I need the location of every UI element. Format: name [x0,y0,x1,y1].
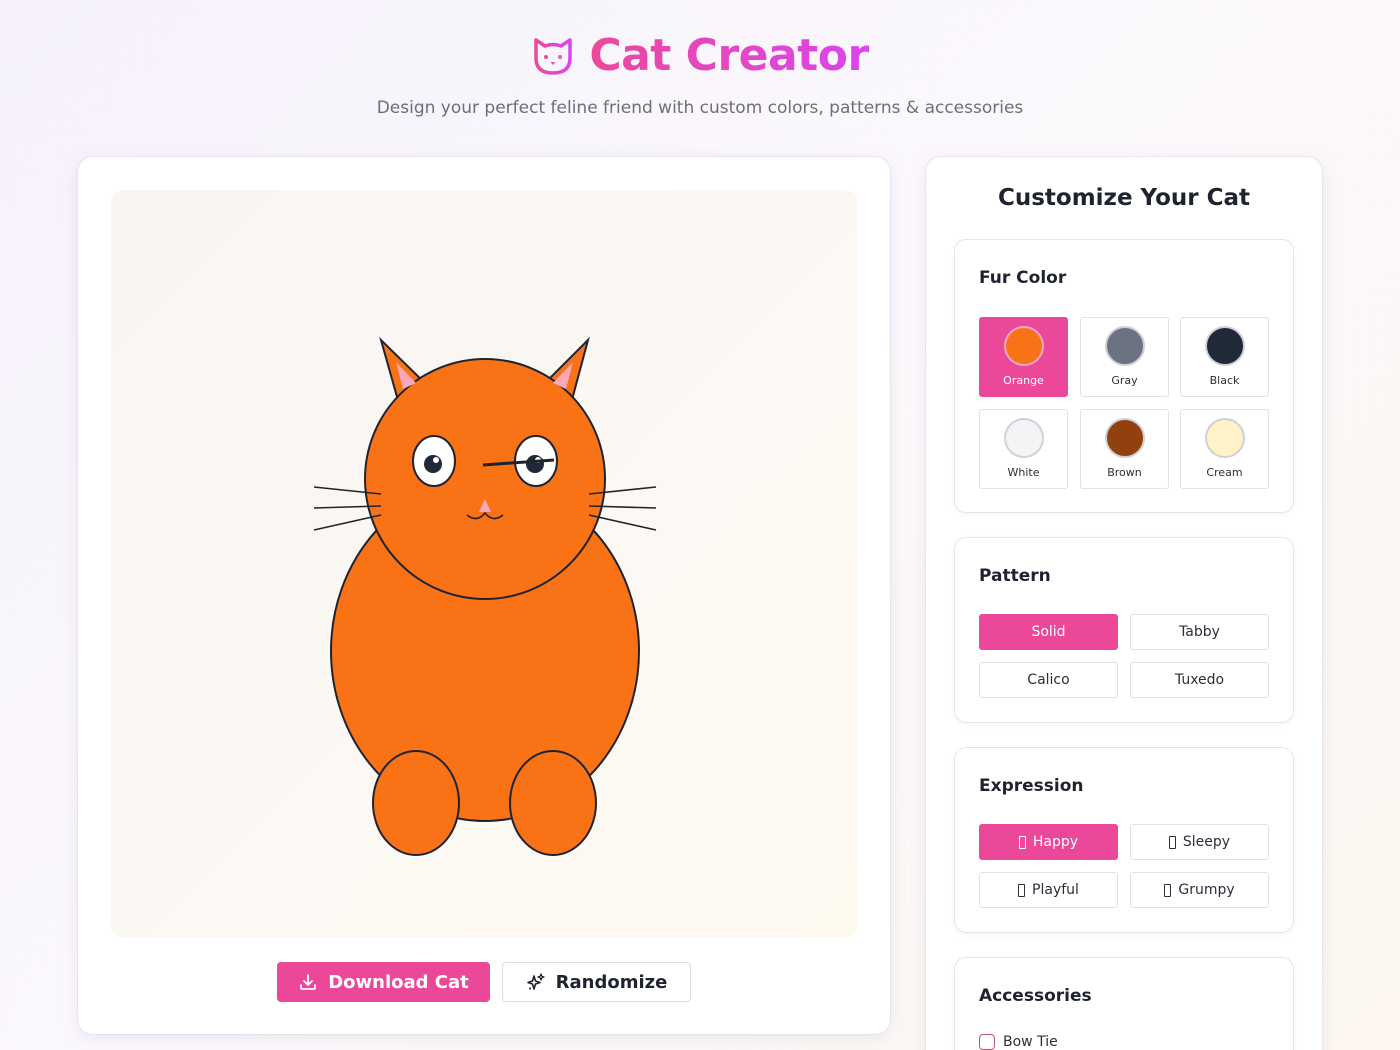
happy-emoji-icon [1018,835,1026,849]
fur-color-section: Fur Color Orange Gray Black White Brown [954,239,1294,513]
expression-option[interactable]: Happy [979,824,1118,860]
fur-color-option[interactable]: Brown [1080,409,1169,489]
color-dot [1205,326,1245,366]
title-row: Cat Creator [0,30,1400,82]
pattern-option[interactable]: Solid [979,614,1118,650]
playful-emoji-icon [1018,883,1026,897]
fur-color-label: Black [1209,374,1240,387]
cat-right-pupil [526,455,544,473]
fur-color-option[interactable]: Black [1180,317,1269,397]
color-dot [1105,418,1145,458]
cat-illustration [313,336,657,856]
fur-color-option[interactable]: Cream [1180,409,1269,489]
cat-canvas [111,190,858,937]
download-cat-label: Download Cat [328,971,469,993]
cat-left-paw [372,750,460,856]
accessories-section: Accessories Bow Tie [954,957,1294,1050]
expression-option-label: Grumpy [1178,882,1235,898]
preview-card: Download Cat Randomize [77,156,891,1035]
bow-tie-label: Bow Tie [1003,1034,1058,1050]
fur-color-grid: Orange Gray Black White Brown Cream [979,317,1269,489]
cat-face-icon [534,38,573,75]
expression-option[interactable]: Playful [979,872,1118,908]
fur-color-label: Cream [1206,466,1243,479]
expression-title: Expression [979,776,1084,796]
fur-color-label: Gray [1111,374,1138,387]
accessories-title: Accessories [979,986,1092,1006]
expression-option[interactable]: Sleepy [1130,824,1269,860]
color-dot [1004,326,1044,366]
fur-color-label: White [1007,466,1040,479]
controls-title: Customize Your Cat [997,185,1251,211]
randomize-label: Randomize [555,971,668,993]
fur-color-label: Brown [1107,466,1142,479]
expression-option[interactable]: Grumpy [1130,872,1269,908]
cat-left-pupil [424,455,442,473]
pattern-option-label: Tuxedo [1174,672,1225,688]
fur-color-label: Orange [1003,374,1044,387]
fur-color-title: Fur Color [979,268,1067,288]
pattern-title: Pattern [979,566,1051,586]
color-dot [1105,326,1145,366]
sleepy-emoji-icon [1168,835,1176,849]
pattern-option[interactable]: Calico [979,662,1118,698]
cat-head [364,358,606,600]
controls-card: Customize Your Cat Fur Color Orange Gray… [925,156,1323,1050]
grumpy-emoji-icon [1164,883,1172,897]
sparkles-icon [526,973,545,990]
app-title: Cat Creator [589,30,869,81]
color-dot [1205,418,1245,458]
download-icon [300,974,317,990]
randomize-button[interactable]: Randomize [502,962,691,1002]
download-cat-button[interactable]: Download Cat [277,962,490,1002]
bow-tie-checkbox[interactable] [979,1034,995,1050]
expression-option-label: Sleepy [1182,834,1231,850]
expression-option-label: Playful [1032,882,1079,898]
cat-right-paw [509,750,597,856]
pattern-option[interactable]: Tabby [1130,614,1269,650]
pattern-option-label: Calico [1027,672,1070,688]
color-dot [1004,418,1044,458]
pattern-option-label: Tabby [1179,624,1220,640]
fur-color-option[interactable]: Gray [1080,317,1169,397]
bow-tie-option[interactable]: Bow Tie [979,1034,1058,1050]
fur-color-option[interactable]: Orange [979,317,1068,397]
app-subtitle: Design your perfect feline friend with c… [376,98,1024,118]
pattern-option-label: Solid [1031,624,1066,640]
pattern-option[interactable]: Tuxedo [1130,662,1269,698]
expression-section: Expression Happy Sleepy Playful Grumpy [954,747,1294,933]
fur-color-option[interactable]: White [979,409,1068,489]
pattern-section: Pattern Solid Tabby Calico Tuxedo [954,537,1294,723]
expression-option-label: Happy [1032,834,1079,850]
cat-left-eye-shine [433,457,439,463]
